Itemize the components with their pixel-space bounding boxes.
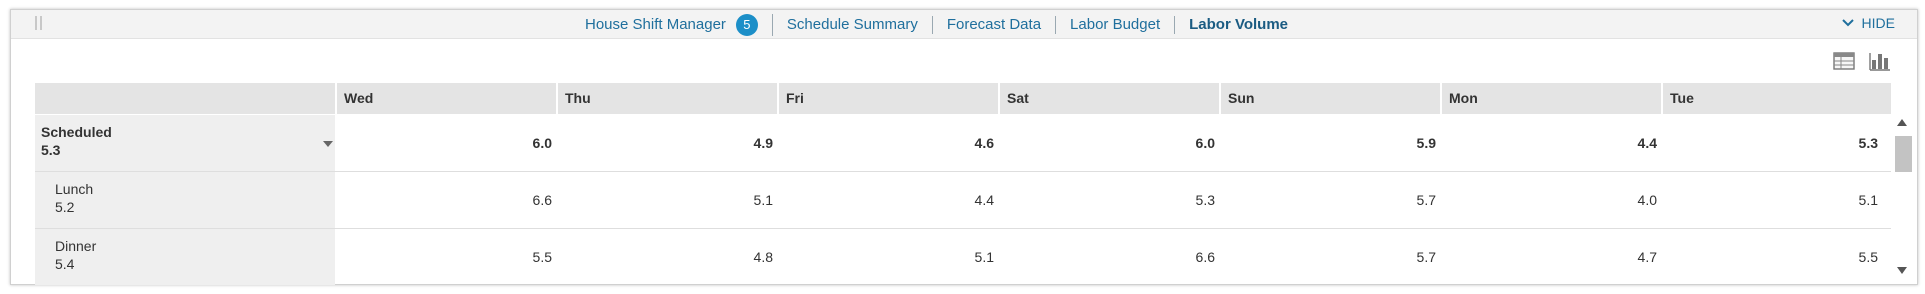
tab-house-shift-manager[interactable]: House Shift Manager 5 xyxy=(571,13,773,36)
table-cell: 6.0 xyxy=(532,135,552,151)
table-cell: 4.4 xyxy=(974,192,994,208)
table-cell: 5.9 xyxy=(1416,135,1436,151)
header-day: Wed xyxy=(335,83,556,114)
vertical-scrollbar[interactable] xyxy=(1891,115,1912,285)
labor-volume-panel: House Shift Manager 5 Schedule Summary F… xyxy=(10,9,1918,285)
caret-down-icon[interactable] xyxy=(323,141,333,147)
view-toggle xyxy=(1833,51,1903,73)
row-total: 5.2 xyxy=(55,199,75,215)
hide-label: HIDE xyxy=(1861,15,1895,31)
header-day: Thu xyxy=(556,83,777,114)
row-label: Lunch xyxy=(55,181,94,197)
table-header-row: Wed Thu Fri Sat Sun Mon Tue xyxy=(35,83,1891,114)
tab-label: House Shift Manager xyxy=(585,15,726,33)
panel-tab-bar: House Shift Manager 5 Schedule Summary F… xyxy=(11,10,1917,39)
table-cell: 4.6 xyxy=(974,135,994,151)
table-cell: 4.9 xyxy=(753,135,773,151)
header-day: Tue xyxy=(1661,83,1891,114)
table-cell: 4.4 xyxy=(1637,135,1657,151)
header-day: Sun xyxy=(1219,83,1440,114)
tab-list: House Shift Manager 5 Schedule Summary F… xyxy=(571,10,1302,39)
table-row-scheduled: Scheduled 5.3 6.0 4.9 4.6 6.0 5.9 4.4 5.… xyxy=(35,115,1891,172)
scrollbar-thumb[interactable] xyxy=(1895,136,1912,172)
tab-forecast-data[interactable]: Forecast Data xyxy=(933,15,1057,34)
row-label-cell[interactable]: Scheduled 5.3 xyxy=(35,115,335,171)
scroll-up-arrow-icon[interactable] xyxy=(1897,119,1907,126)
header-blank xyxy=(35,83,335,114)
table-row-lunch: Lunch 5.2 6.6 5.1 4.4 5.3 5.7 4.0 5.1 xyxy=(35,172,1891,229)
hide-button[interactable]: HIDE xyxy=(1841,15,1895,31)
row-total: 5.4 xyxy=(55,256,75,272)
scroll-down-arrow-icon[interactable] xyxy=(1897,267,1907,274)
table-cell: 6.6 xyxy=(532,192,552,208)
table-view-icon[interactable] xyxy=(1833,51,1857,73)
table-cell: 5.5 xyxy=(1858,249,1878,265)
table-cell: 5.1 xyxy=(974,249,994,265)
table-cell: 4.8 xyxy=(753,249,773,265)
header-day: Fri xyxy=(777,83,998,114)
tab-labor-volume[interactable]: Labor Volume xyxy=(1175,16,1302,34)
table-cell: 5.3 xyxy=(1858,135,1878,151)
row-label-cell: Lunch 5.2 xyxy=(35,172,335,228)
table-cell: 6.6 xyxy=(1195,249,1215,265)
table-row-dinner: Dinner 5.4 5.5 4.8 5.1 6.6 5.7 4.7 5.5 xyxy=(35,229,1891,285)
chevron-down-icon xyxy=(1841,19,1854,27)
tab-schedule-summary[interactable]: Schedule Summary xyxy=(773,15,933,34)
table-cell: 5.1 xyxy=(753,192,773,208)
table-cell: 5.1 xyxy=(1858,192,1878,208)
table-cell: 4.0 xyxy=(1637,192,1657,208)
row-label: Scheduled xyxy=(41,124,112,140)
count-badge: 5 xyxy=(735,13,758,36)
table-cell: 5.3 xyxy=(1195,192,1215,208)
tab-labor-budget[interactable]: Labor Budget xyxy=(1056,15,1176,34)
drag-handle-icon[interactable] xyxy=(35,16,43,30)
header-day: Mon xyxy=(1440,83,1661,114)
bar-chart-icon[interactable] xyxy=(1869,51,1893,73)
table-cell: 6.0 xyxy=(1195,135,1215,151)
row-total: 5.3 xyxy=(41,142,61,158)
row-label: Dinner xyxy=(55,238,97,254)
table-cell: 4.7 xyxy=(1637,249,1657,265)
header-day: Sat xyxy=(998,83,1219,114)
row-label-cell: Dinner 5.4 xyxy=(35,229,335,285)
table-cell: 5.7 xyxy=(1416,249,1436,265)
table-cell: 5.7 xyxy=(1416,192,1436,208)
table-cell: 5.5 xyxy=(532,249,552,265)
